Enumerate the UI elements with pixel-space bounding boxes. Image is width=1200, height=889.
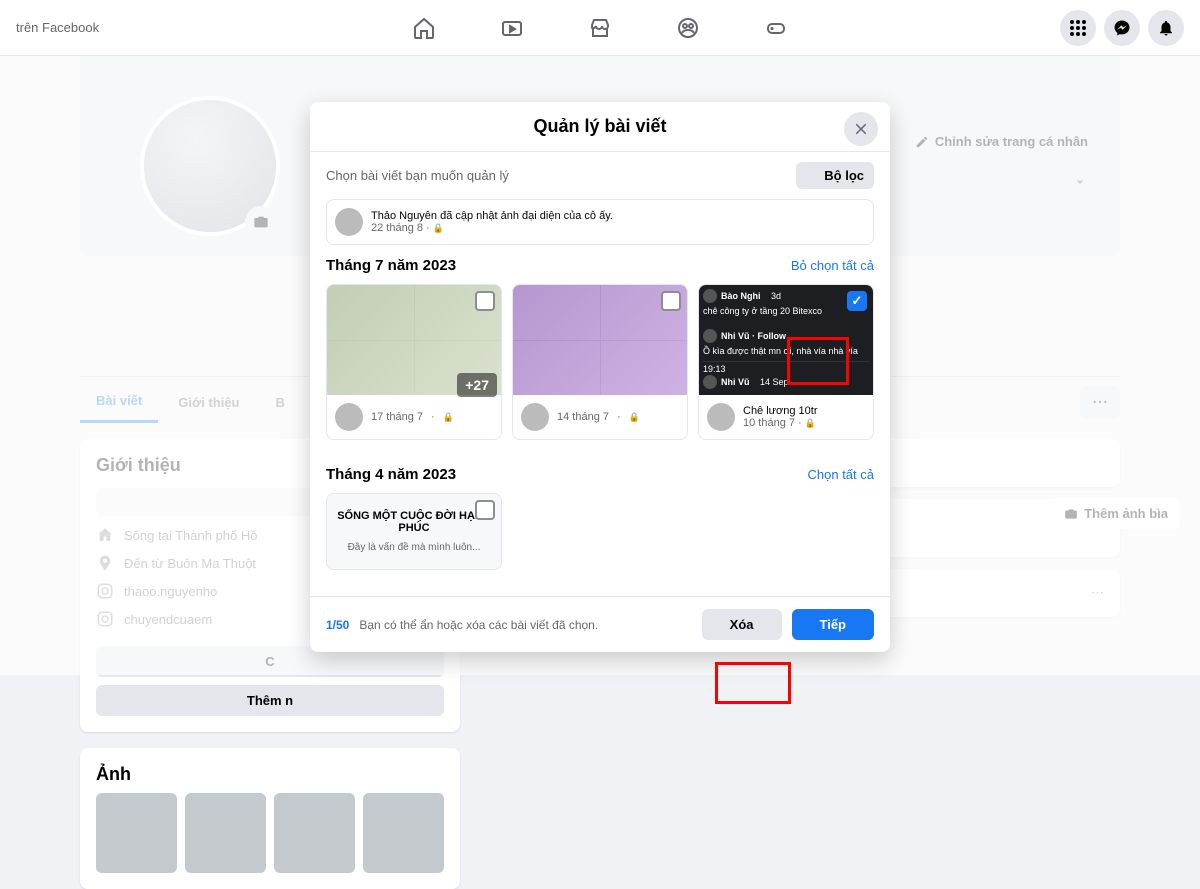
post-apr-1[interactable]: SỐNG MỘT CUỘC ĐỜI HẠNH PHÚC Đây là vấn đ…	[326, 493, 502, 570]
modal-subtitle: Chọn bài viết bạn muốn quản lý	[326, 168, 509, 183]
top-right	[1060, 10, 1184, 46]
home-icon[interactable]	[384, 4, 464, 52]
checkbox[interactable]	[475, 291, 495, 311]
market-icon[interactable]	[560, 4, 640, 52]
group-apr-grid: SỐNG MỘT CUỘC ĐỜI HẠNH PHÚC Đây là vấn đ…	[326, 493, 874, 582]
post-jul-1[interactable]: +27 17 tháng 7 · 🔒	[326, 284, 502, 440]
avatar	[335, 208, 363, 236]
selection-count: 1/50	[326, 618, 349, 632]
group-jul-grid: +27 17 tháng 7 · 🔒 14 tháng 7 · 🔒 Bào Ng…	[326, 284, 874, 452]
notifications-icon[interactable]	[1148, 10, 1184, 46]
messenger-icon[interactable]	[1104, 10, 1140, 46]
checkbox-checked[interactable]	[847, 291, 867, 311]
gaming-icon[interactable]	[736, 4, 816, 52]
footer-hint: Bạn có thể ẩn hoặc xóa các bài viết đã c…	[359, 618, 691, 632]
modal-header: Quản lý bài viết	[310, 102, 890, 152]
group-jul-header: Tháng 7 năm 2023 Bỏ chọn tất cả	[326, 257, 874, 274]
modal-subheader: Chọn bài viết bạn muốn quản lý Bộ lọc	[310, 152, 890, 199]
photo-strip	[96, 793, 444, 873]
photos-title: Ảnh	[96, 764, 444, 785]
delete-button[interactable]: Xóa	[702, 609, 782, 640]
photo-count: +27	[457, 373, 497, 397]
photos-card: Ảnh	[80, 748, 460, 889]
lock-icon: 🔒	[433, 223, 444, 233]
select-all-link[interactable]: Chọn tất cả	[808, 467, 875, 482]
top-nav	[384, 4, 816, 52]
deselect-all-link[interactable]: Bỏ chọn tất cả	[791, 258, 874, 273]
post-jul-2[interactable]: 14 tháng 7 · 🔒	[512, 284, 688, 440]
post-aug[interactable]: Thảo Nguyên đã cập nhật ảnh đại diện của…	[326, 199, 874, 245]
group-apr-header: Tháng 4 năm 2023 Chọn tất cả	[326, 466, 874, 483]
modal-body[interactable]: Thảo Nguyên đã cập nhật ảnh đại diện của…	[310, 199, 890, 596]
video-icon[interactable]	[472, 4, 552, 52]
post-jul-3[interactable]: Bào Nghi 3d chê công ty ở tầng 20 Bitexc…	[698, 284, 874, 440]
menu-icon[interactable]	[1060, 10, 1096, 46]
top-bar: trên Facebook	[0, 0, 1200, 56]
intro-add-button[interactable]: Thêm n	[96, 685, 444, 716]
checkbox[interactable]	[661, 291, 681, 311]
search-placeholder[interactable]: trên Facebook	[16, 20, 99, 35]
close-icon[interactable]	[844, 112, 878, 146]
manage-posts-modal: Quản lý bài viết Chọn bài viết bạn muốn …	[310, 102, 890, 652]
filter-button[interactable]: Bộ lọc	[796, 162, 874, 189]
modal-footer: 1/50 Bạn có thể ẩn hoặc xóa các bài viết…	[310, 596, 890, 652]
next-button[interactable]: Tiếp	[792, 609, 875, 640]
page-body: Thêm ảnh bìa Chỉnh sửa trang cá nhân Bài…	[0, 56, 1200, 675]
checkbox[interactable]	[475, 500, 495, 520]
groups-icon[interactable]	[648, 4, 728, 52]
modal-title: Quản lý bài viết	[324, 116, 876, 137]
